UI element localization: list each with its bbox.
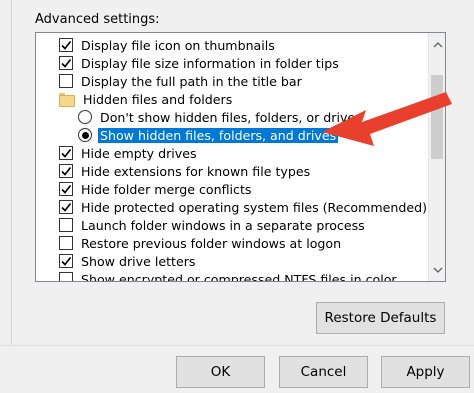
scroll-thumb[interactable] <box>431 75 443 159</box>
item-label: Display the full path in the title bar <box>81 73 302 89</box>
checkbox-hide-empty-drives[interactable] <box>59 146 73 160</box>
folder-icon <box>59 93 75 107</box>
item-label: Restore previous folder windows at logon <box>81 235 342 251</box>
item-label: Hide empty drives <box>81 145 197 161</box>
list-item: Hidden files and folders <box>59 90 234 108</box>
list-item[interactable]: Display file icon on thumbnails <box>59 36 277 54</box>
checkbox-restore-previous-windows[interactable] <box>59 236 73 250</box>
checkbox-show-encrypted-color[interactable] <box>59 272 73 281</box>
checkmark-icon <box>61 167 72 176</box>
dialog-left-edge <box>0 0 12 345</box>
scroll-down-icon[interactable] <box>429 261 445 278</box>
item-label: Launch folder windows in a separate proc… <box>81 217 365 233</box>
checkmark-icon <box>61 203 72 212</box>
item-label: Show drive letters <box>81 253 196 269</box>
item-label: Display file icon on thumbnails <box>81 37 275 53</box>
list-item[interactable]: Display file size information in folder … <box>59 54 341 72</box>
list-item[interactable]: Show hidden files, folders, and drives <box>78 126 339 144</box>
list-item[interactable]: Launch folder windows in a separate proc… <box>59 216 367 234</box>
checkbox-launch-separate-process[interactable] <box>59 218 73 232</box>
ok-button[interactable]: OK <box>176 356 265 388</box>
checkbox-hide-extensions[interactable] <box>59 164 73 178</box>
item-label: Hide extensions for known file types <box>81 163 311 179</box>
radio-dot <box>81 131 89 139</box>
list-item[interactable]: Show drive letters <box>59 252 197 270</box>
cancel-button[interactable]: Cancel <box>279 356 368 388</box>
vertical-scrollbar[interactable] <box>428 33 445 281</box>
restore-defaults-button[interactable]: Restore Defaults <box>316 302 445 334</box>
checkmark-icon <box>61 257 72 266</box>
list-item[interactable]: Display the full path in the title bar <box>59 72 304 90</box>
item-label: Don't show hidden files, folders, or dri… <box>100 109 362 125</box>
advanced-settings-list[interactable]: Display file icon on thumbnails Display … <box>35 32 446 282</box>
item-label: Show encrypted or compressed NTFS files … <box>81 271 397 282</box>
checkbox-display-file-icon[interactable] <box>59 38 73 52</box>
checkmark-icon <box>61 149 72 158</box>
item-label-selected: Show hidden files, folders, and drives <box>98 127 339 143</box>
apply-button[interactable]: Apply <box>381 356 470 388</box>
radio-show-hidden[interactable] <box>78 128 92 142</box>
advanced-settings-label: Advanced settings: <box>35 12 160 27</box>
list-item[interactable]: Hide extensions for known file types <box>59 162 312 180</box>
checkmark-icon <box>61 185 72 194</box>
checkbox-hide-protected-files[interactable] <box>59 200 73 214</box>
checkbox-show-drive-letters[interactable] <box>59 254 73 268</box>
checkmark-icon <box>61 59 72 68</box>
list-item[interactable]: Show encrypted or compressed NTFS files … <box>59 270 399 282</box>
list-item[interactable]: Hide empty drives <box>59 144 199 162</box>
checkbox-hide-merge-conflicts[interactable] <box>59 182 73 196</box>
item-label: Hide protected operating system files (R… <box>81 199 428 215</box>
radio-dont-show-hidden[interactable] <box>78 110 92 124</box>
checkbox-display-full-path[interactable] <box>59 74 73 88</box>
checkmark-icon <box>61 41 72 50</box>
checkbox-display-file-size[interactable] <box>59 56 73 70</box>
item-label: Display file size information in folder … <box>81 55 339 71</box>
list-item[interactable]: Hide protected operating system files (R… <box>59 198 429 216</box>
item-label: Hide folder merge conflicts <box>81 181 252 197</box>
item-label: Hidden files and folders <box>83 91 233 107</box>
list-item[interactable]: Restore previous folder windows at logon <box>59 234 343 252</box>
scroll-up-icon[interactable] <box>429 36 445 53</box>
list-item[interactable]: Hide folder merge conflicts <box>59 180 253 198</box>
list-item[interactable]: Don't show hidden files, folders, or dri… <box>78 108 364 126</box>
